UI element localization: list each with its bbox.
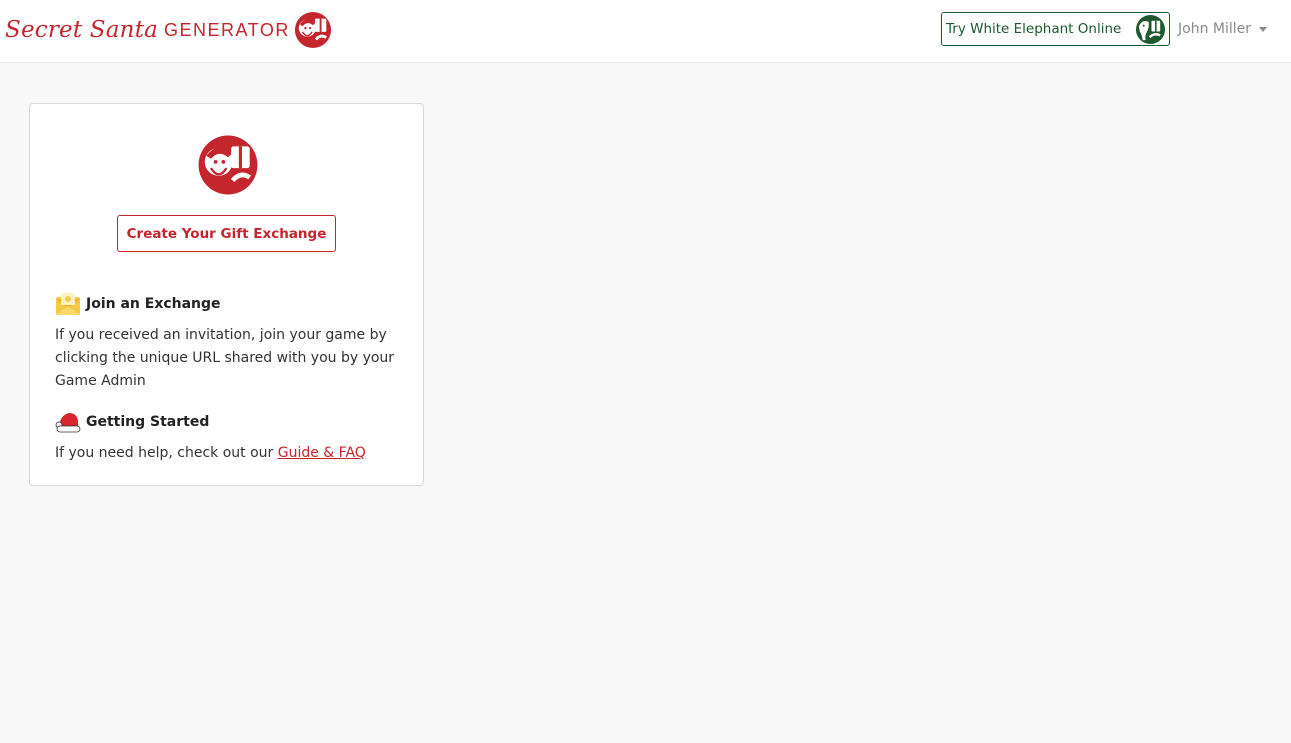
getting-started-title: Getting Started: [86, 414, 210, 430]
join-exchange-heading: Join an Exchange: [55, 291, 221, 317]
create-gift-exchange-button[interactable]: Create Your Gift Exchange: [117, 215, 336, 252]
chevron-down-icon: [1259, 26, 1268, 32]
santa-gift-icon: [198, 135, 258, 195]
envelope-icon: [56, 293, 80, 315]
santa-gift-icon: [294, 11, 331, 49]
user-name: John Miller: [1178, 21, 1252, 37]
santa-hat-icon: [55, 413, 81, 433]
brand-caps-text: GENERATOR: [164, 19, 290, 40]
white-elephant-gift-icon: [1135, 14, 1166, 45]
top-navbar: Secret Santa GENERATOR Try White Elephan…: [0, 0, 1291, 63]
getting-started-text: If you need help, check out our Guide & …: [55, 442, 400, 465]
user-menu-dropdown[interactable]: John Miller: [1178, 19, 1268, 39]
brand-logo-link[interactable]: Secret Santa GENERATOR: [5, 11, 332, 49]
guide-faq-link[interactable]: Guide & FAQ: [278, 445, 366, 461]
join-exchange-title: Join an Exchange: [86, 296, 221, 312]
getting-started-prefix: If you need help, check out our: [55, 445, 278, 461]
try-white-elephant-label: Try White Elephant Online: [946, 21, 1122, 37]
join-exchange-text: If you received an invitation, join your…: [55, 327, 395, 389]
brand-script-text: Secret Santa: [5, 17, 159, 43]
getting-started-heading: Getting Started: [55, 409, 209, 435]
dashboard-card: Create Your Gift Exchange Join an Exchan…: [29, 103, 424, 486]
try-white-elephant-button[interactable]: Try White Elephant Online: [941, 12, 1170, 46]
